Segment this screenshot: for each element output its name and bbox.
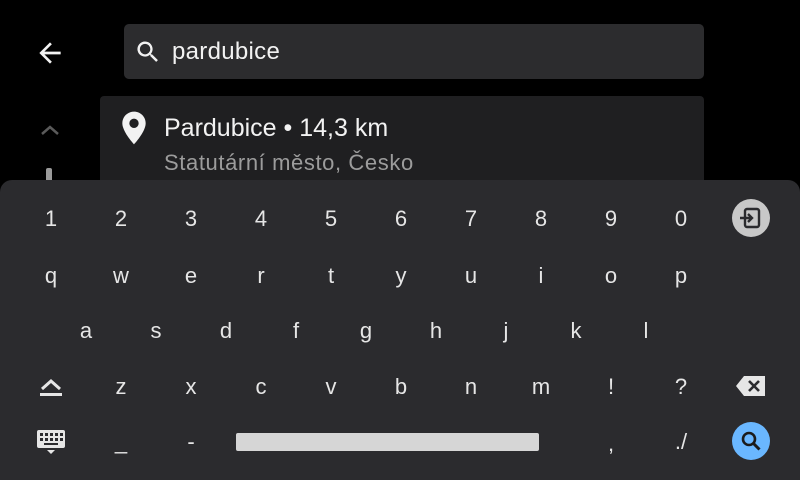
key-e[interactable]: e (156, 251, 226, 301)
key-f[interactable]: f (261, 306, 331, 356)
key-q[interactable]: q (16, 251, 86, 301)
key-d[interactable]: d (191, 306, 261, 356)
result-subtitle: Statutární město, Česko (164, 150, 414, 175)
arrow-left-icon (39, 42, 61, 64)
key-l[interactable]: l (611, 306, 681, 356)
chevron-up-icon (41, 125, 59, 135)
keyboard-switch-key[interactable] (16, 417, 86, 467)
key-5[interactable]: 5 (296, 194, 366, 244)
space-bar[interactable] (236, 433, 539, 451)
key-g[interactable]: g (331, 306, 401, 356)
key-c[interactable]: c (226, 362, 296, 412)
key-y[interactable]: y (366, 251, 436, 301)
key-p[interactable]: p (646, 251, 716, 301)
on-screen-keyboard: 1 2 3 4 5 6 7 8 9 0 q w e r t y u i o p … (0, 180, 800, 480)
backspace-key[interactable] (716, 361, 786, 411)
key-h[interactable]: h (401, 306, 471, 356)
key-k[interactable]: k (541, 306, 611, 356)
search-bar[interactable]: pardubice (124, 24, 704, 79)
key-0[interactable]: 0 (646, 194, 716, 244)
search-key[interactable] (716, 416, 786, 466)
key-m[interactable]: m (506, 362, 576, 412)
key-w[interactable]: w (86, 251, 156, 301)
key-period-slash[interactable]: ./ (646, 417, 716, 467)
search-icon (137, 41, 158, 62)
location-pin-icon (122, 111, 146, 145)
backspace-icon (736, 376, 765, 396)
key-exclamation[interactable]: ! (576, 362, 646, 412)
keyboard-icon (37, 430, 65, 454)
key-j[interactable]: j (471, 306, 541, 356)
key-a[interactable]: a (51, 306, 121, 356)
key-v[interactable]: v (296, 362, 366, 412)
search-key-icon (732, 422, 770, 460)
key-9[interactable]: 9 (576, 194, 646, 244)
back-button[interactable] (30, 33, 70, 73)
key-o[interactable]: o (576, 251, 646, 301)
key-s[interactable]: s (121, 306, 191, 356)
key-6[interactable]: 6 (366, 194, 436, 244)
exit-keyboard-icon (732, 199, 770, 237)
shift-key[interactable] (16, 362, 86, 412)
key-i[interactable]: i (506, 251, 576, 301)
key-2[interactable]: 2 (86, 194, 156, 244)
key-underscore[interactable]: _ (86, 417, 156, 467)
key-r[interactable]: r (226, 251, 296, 301)
result-title: Pardubice • 14,3 km (164, 114, 389, 142)
key-z[interactable]: z (86, 362, 156, 412)
exit-keyboard-button[interactable] (716, 193, 786, 243)
key-x[interactable]: x (156, 362, 226, 412)
key-u[interactable]: u (436, 251, 506, 301)
key-7[interactable]: 7 (436, 194, 506, 244)
key-hyphen[interactable]: - (156, 417, 226, 467)
scroll-up-button[interactable] (38, 118, 62, 142)
key-t[interactable]: t (296, 251, 366, 301)
key-n[interactable]: n (436, 362, 506, 412)
shift-icon (40, 378, 62, 396)
key-3[interactable]: 3 (156, 194, 226, 244)
key-4[interactable]: 4 (226, 194, 296, 244)
key-b[interactable]: b (366, 362, 436, 412)
search-input[interactable]: pardubice (172, 38, 280, 66)
key-comma[interactable]: , (576, 419, 646, 469)
key-1[interactable]: 1 (16, 194, 86, 244)
key-question[interactable]: ? (646, 362, 716, 412)
key-8[interactable]: 8 (506, 194, 576, 244)
